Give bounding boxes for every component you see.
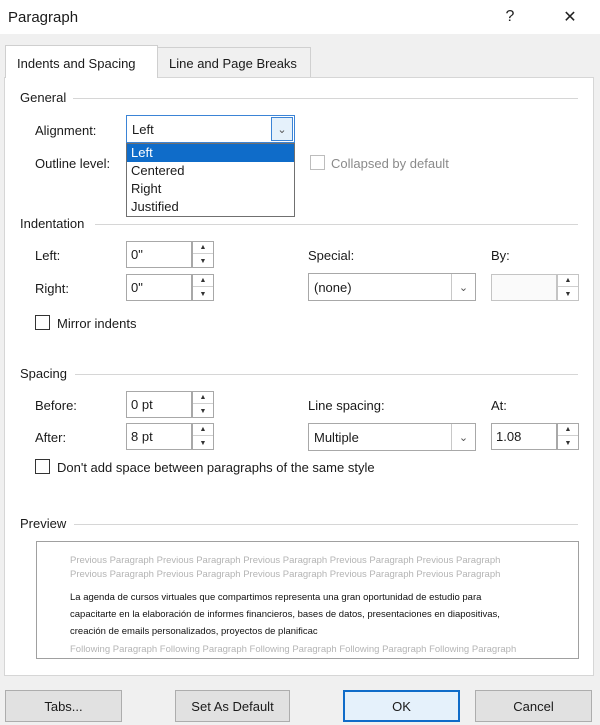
collapsed-checkbox[interactable] [310,155,325,170]
chevron-down-icon[interactable]: ⌄ [451,274,475,300]
before-input[interactable]: 0 pt [126,391,192,418]
preview-body-line-1: La agenda de cursos virtuales que compar… [70,592,482,603]
set-as-default-label: Set As Default [191,698,274,714]
line-spacing-dropdown[interactable]: Multiple ⌄ [308,423,476,451]
outline-level-label: Outline level: [35,156,111,171]
alignment-option-centered[interactable]: Centered [127,162,294,180]
left-indent-spinner[interactable]: ▲ ▼ [192,241,214,268]
spin-up-icon[interactable]: ▲ [558,424,578,436]
preview-separator [74,524,578,525]
preview-previous-line-2: Previous Paragraph Previous Paragraph Pr… [70,569,501,580]
alignment-option-justified[interactable]: Justified [127,198,294,216]
before-spinner[interactable]: ▲ ▼ [192,391,214,418]
preview-body-line-3: creación de emails personalizados, proye… [70,626,318,637]
general-heading: General [20,90,67,105]
tab-label: Line and Page Breaks [169,56,297,71]
spin-down-icon[interactable]: ▼ [193,405,213,417]
collapsed-label: Collapsed by default [331,156,449,171]
by-label: By: [491,248,510,263]
alignment-label: Alignment: [35,123,97,138]
at-input[interactable]: 1.08 [491,423,557,450]
mirror-indents-label: Mirror indents [57,316,137,331]
chevron-down-icon[interactable]: ⌄ [271,117,293,141]
right-indent-input[interactable]: 0" [126,274,192,301]
help-icon: ? [505,8,515,25]
alignment-dropdown[interactable]: Left ⌄ [126,115,295,143]
dont-add-space-checkbox[interactable] [35,459,50,474]
close-button[interactable]: ✕ [547,2,593,32]
alignment-option-left[interactable]: Left [127,144,294,162]
spin-down-icon[interactable]: ▼ [558,437,578,449]
by-input[interactable] [491,274,557,301]
preview-body-line-2: capacitarte en la elaboración de informe… [70,609,500,620]
close-icon: ✕ [563,9,577,26]
special-dropdown[interactable]: (none) ⌄ [308,273,476,301]
spacing-separator [75,374,578,375]
tabs-button[interactable]: Tabs... [5,690,122,722]
preview-heading: Preview [20,516,67,531]
help-button[interactable]: ? [487,2,533,32]
spin-down-icon[interactable]: ▼ [193,437,213,449]
mirror-indents-checkbox[interactable] [35,315,50,330]
spin-up-icon[interactable]: ▲ [193,275,213,287]
left-indent-input[interactable]: 0" [126,241,192,268]
spacing-heading: Spacing [20,366,67,381]
special-value: (none) [314,280,352,295]
after-label: After: [35,430,67,445]
spin-up-icon[interactable]: ▲ [193,242,213,254]
tab-label: Indents and Spacing [17,56,136,71]
tab-line-and-page-breaks[interactable]: Line and Page Breaks [157,47,311,77]
alignment-value: Left [132,122,154,137]
line-spacing-value: Multiple [314,430,359,445]
alignment-option-right[interactable]: Right [127,180,294,198]
after-spinner[interactable]: ▲ ▼ [192,423,214,450]
indentation-separator [95,224,578,225]
left-indent-label: Left: [35,248,61,263]
right-indent-label: Right: [35,281,69,296]
tabs-button-label: Tabs... [44,698,83,714]
indentation-heading: Indentation [20,216,85,231]
at-spinner[interactable]: ▲ ▼ [557,423,579,450]
after-input[interactable]: 8 pt [126,423,192,450]
chevron-down-icon[interactable]: ⌄ [451,424,475,450]
dialog-title: Paragraph [8,9,79,26]
special-label: Special: [308,248,355,263]
spin-down-icon[interactable]: ▼ [193,255,213,267]
right-indent-spinner[interactable]: ▲ ▼ [192,274,214,301]
preview-previous-line-1: Previous Paragraph Previous Paragraph Pr… [70,555,501,566]
dont-add-space-label: Don't add space between paragraphs of th… [57,460,375,475]
preview-following-line: Following Paragraph Following Paragraph … [70,644,517,655]
at-label: At: [491,398,507,413]
cancel-button[interactable]: Cancel [475,690,592,722]
by-spinner[interactable]: ▲ ▼ [557,274,579,301]
spin-down-icon[interactable]: ▼ [193,288,213,300]
spin-up-icon[interactable]: ▲ [558,275,578,287]
tab-indents-and-spacing[interactable]: Indents and Spacing [5,45,158,78]
set-as-default-button[interactable]: Set As Default [175,690,290,722]
line-spacing-label: Line spacing: [308,398,385,413]
alignment-listbox: Left Centered Right Justified [126,143,295,217]
before-label: Before: [35,398,77,413]
spin-up-icon[interactable]: ▲ [193,424,213,436]
preview-box: Previous Paragraph Previous Paragraph Pr… [36,541,579,659]
general-separator [73,98,578,99]
ok-button[interactable]: OK [343,690,460,722]
spin-up-icon[interactable]: ▲ [193,392,213,404]
spin-down-icon[interactable]: ▼ [558,288,578,300]
cancel-label: Cancel [513,698,554,714]
ok-label: OK [392,698,411,714]
